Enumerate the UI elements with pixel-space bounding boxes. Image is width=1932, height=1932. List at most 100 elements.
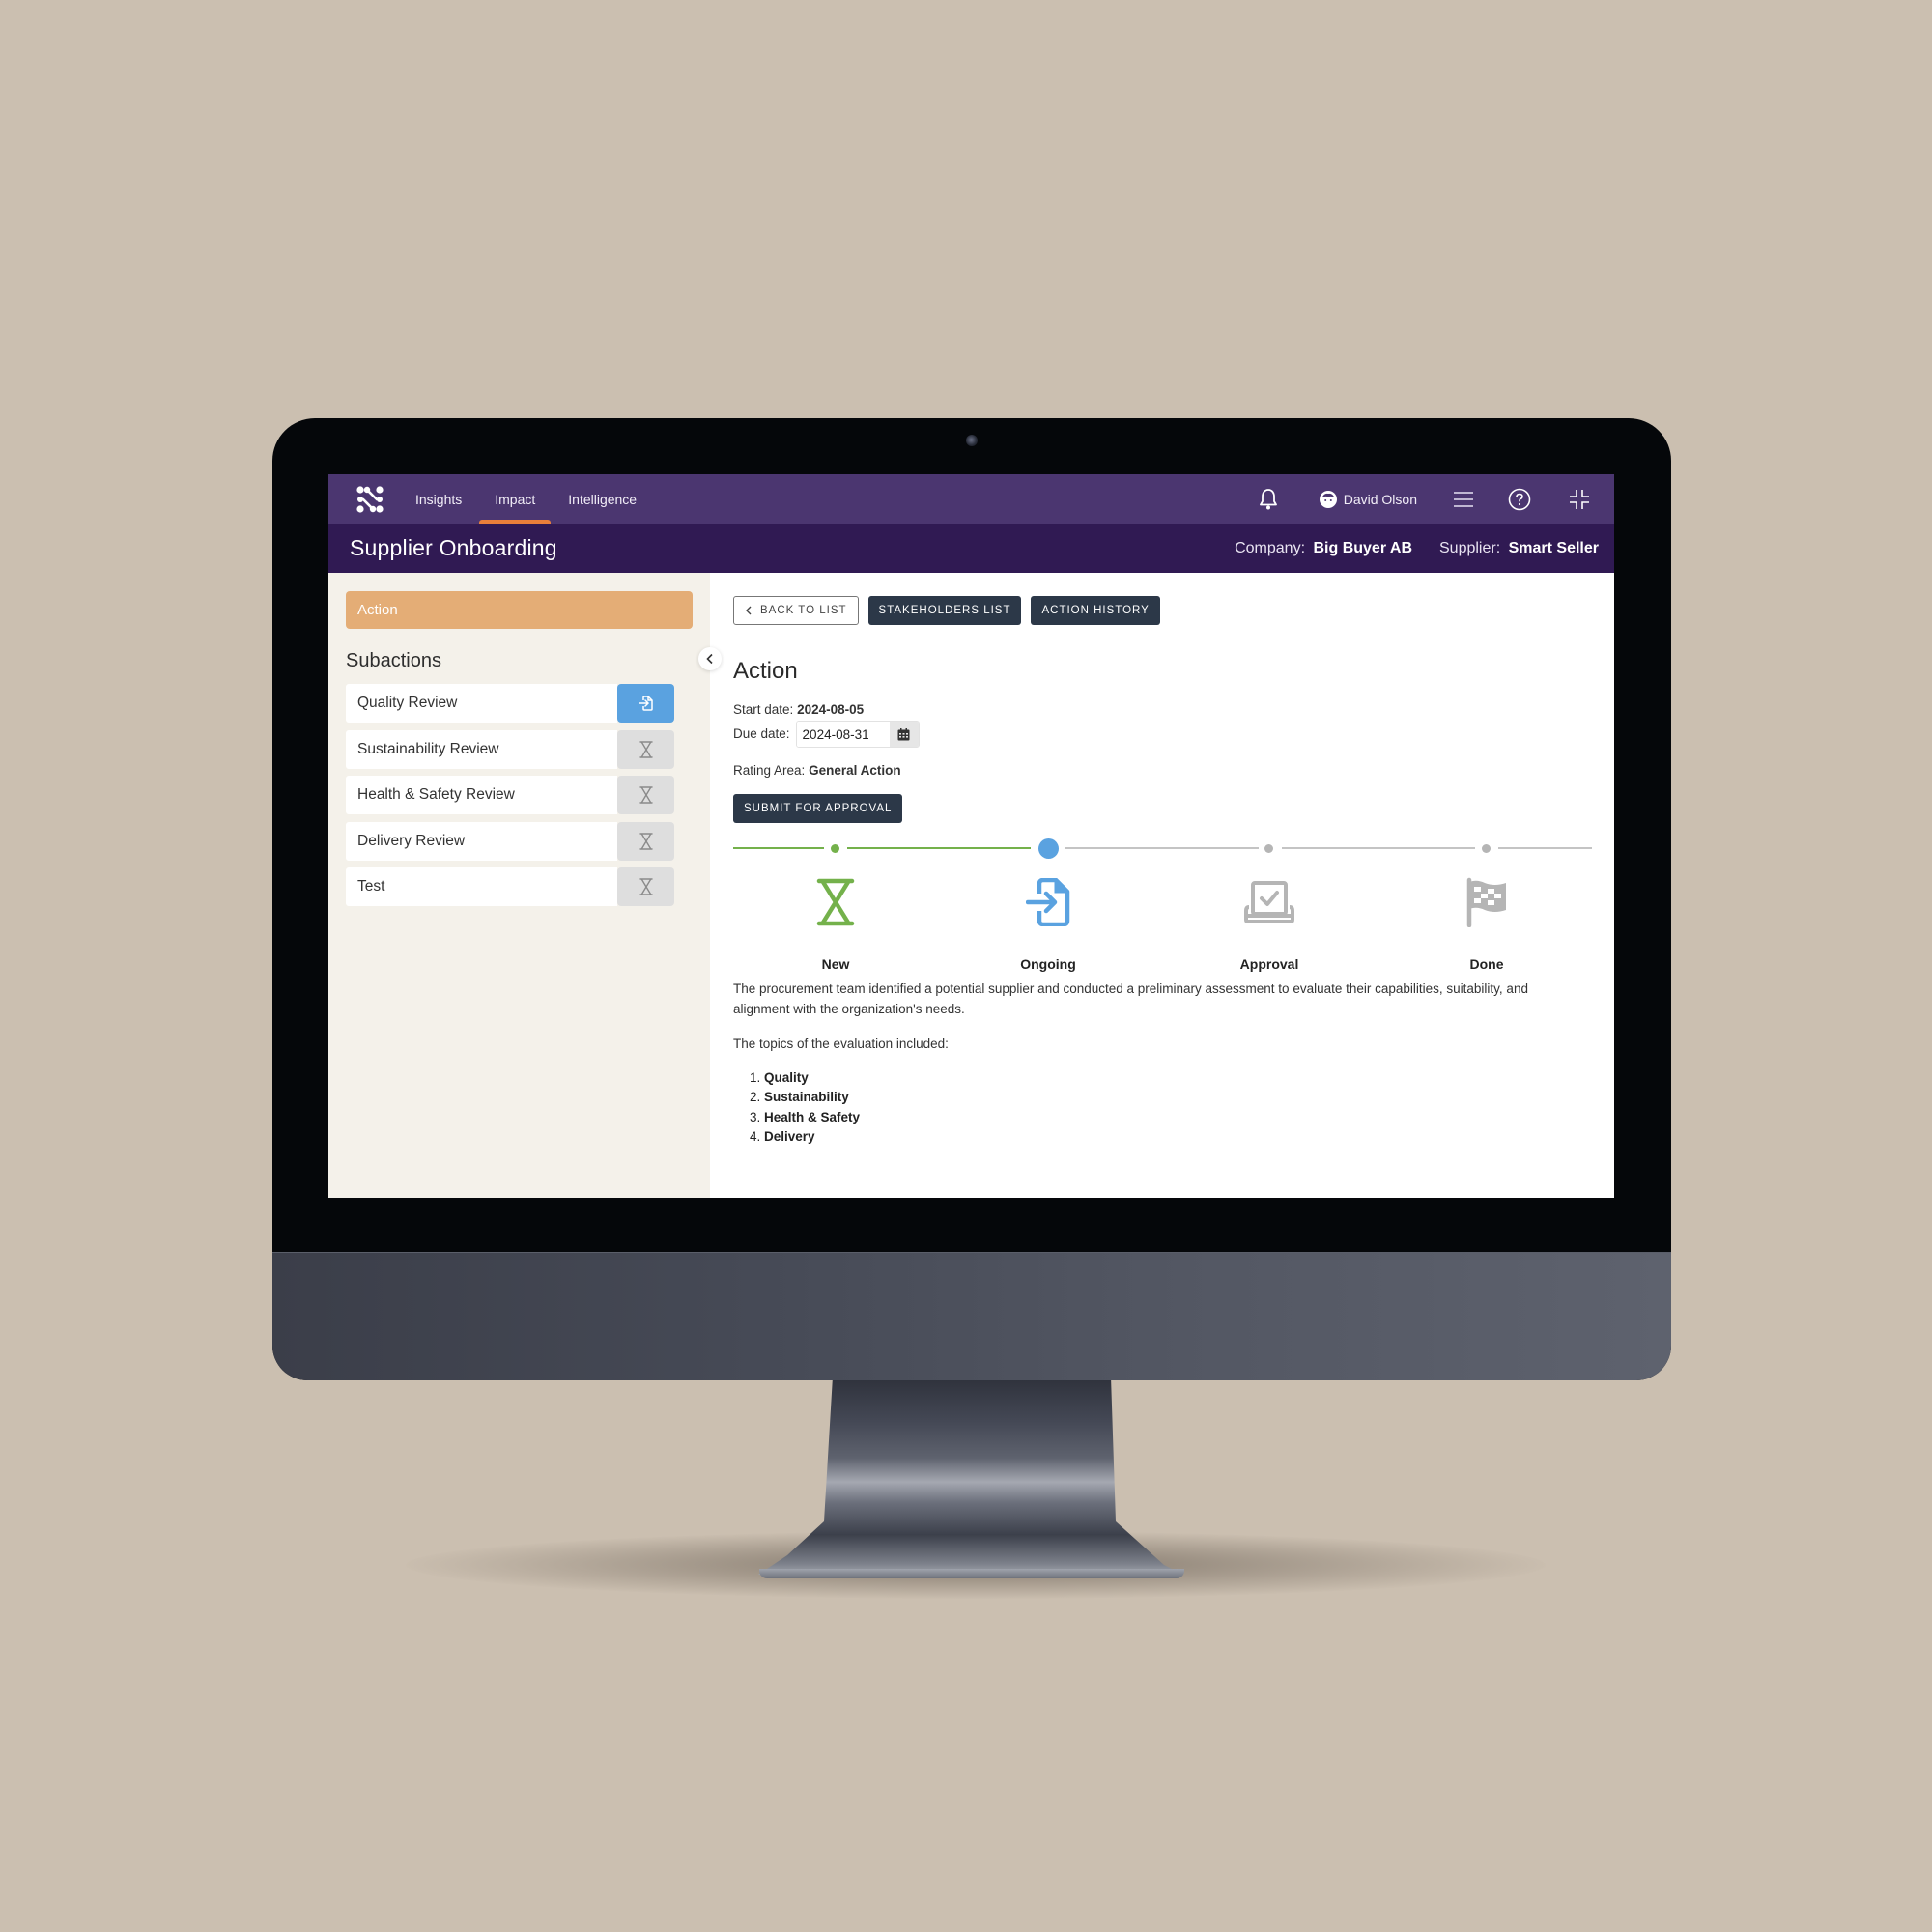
step-label: Approval <box>1239 956 1299 972</box>
company-info: Company: Big Buyer AB <box>1235 540 1412 557</box>
subaction-row: Test <box>346 867 674 906</box>
rating-area-value: General Action <box>809 763 901 778</box>
subaction-status-button[interactable] <box>617 821 674 861</box>
monitor-stand <box>758 1377 1183 1575</box>
action-toolbar: Back to list Stakeholders list Action hi… <box>733 596 1593 625</box>
top-navbar: Insights Impact Intelligence David Olson <box>328 474 1614 524</box>
stepper-line-done <box>847 847 1031 849</box>
context-info: Company: Big Buyer AB Supplier: Smart Se… <box>1235 540 1599 557</box>
sidebar: Action Subactions Quality Review Sustain… <box>328 573 722 1198</box>
action-title: Action <box>733 658 798 684</box>
stepper-dot-new <box>831 844 839 853</box>
topic-item: Sustainability <box>764 1088 1593 1108</box>
stakeholders-list-button[interactable]: Stakeholders list <box>867 596 1022 625</box>
subaction-status-button[interactable] <box>617 867 674 906</box>
collapse-fullscreen-icon[interactable] <box>1568 488 1591 511</box>
due-date-input-group <box>795 721 920 748</box>
step-approval: Approval <box>1202 873 1337 972</box>
subaction-label[interactable]: Quality Review <box>346 684 617 723</box>
stepper-line-done <box>733 847 824 849</box>
stepper-dot-ongoing <box>1038 838 1059 859</box>
description-paragraph: The topics of the evaluation included: <box>733 1037 949 1051</box>
topic-item: Quality <box>764 1068 1593 1089</box>
step-new: New <box>768 873 903 972</box>
submit-for-approval-button[interactable]: Submit for approval <box>733 794 903 823</box>
hourglass-icon <box>639 832 653 850</box>
start-date-field: Start date: 2024-08-05 <box>733 700 1593 720</box>
sidebar-action-item[interactable]: Action <box>346 591 693 629</box>
user-name: David Olson <box>1343 491 1417 507</box>
subactions-heading: Subactions <box>346 650 441 671</box>
due-date-field: Due date: <box>733 721 1593 748</box>
calendar-button[interactable] <box>889 722 919 747</box>
subaction-status-button[interactable] <box>617 776 674 814</box>
subaction-label[interactable]: Health & Safety Review <box>346 776 617 814</box>
content-area: Action Subactions Quality Review Sustain… <box>328 573 1614 1198</box>
chevron-left-icon <box>746 606 752 615</box>
hourglass-icon <box>639 740 653 758</box>
action-history-button[interactable]: Action history <box>1031 596 1160 625</box>
subaction-row: Health & Safety Review <box>346 776 674 814</box>
file-import-icon <box>638 696 653 711</box>
top-right-controls: David Olson <box>1257 474 1614 524</box>
nav-intelligence[interactable]: Intelligence <box>568 474 637 524</box>
step-label: Done <box>1469 956 1504 972</box>
monitor-stand-foot <box>759 1569 1184 1578</box>
page-header: Supplier Onboarding Company: Big Buyer A… <box>328 524 1614 573</box>
due-date-input[interactable] <box>796 722 890 747</box>
supplier-label: Supplier: <box>1439 539 1501 556</box>
app-logo-icon[interactable] <box>355 485 384 514</box>
subaction-label[interactable]: Delivery Review <box>346 821 617 861</box>
webcam <box>966 435 978 446</box>
rating-area-field: Rating Area: General Action <box>733 761 1593 781</box>
help-icon[interactable] <box>1508 488 1531 511</box>
back-to-list-button[interactable]: Back to list <box>733 596 859 625</box>
bell-icon[interactable] <box>1257 488 1280 511</box>
stepper-line-pending <box>1065 847 1259 849</box>
status-stepper: New Ongoing Approval Done <box>733 837 1593 981</box>
nav-insights[interactable]: Insights <box>415 474 462 524</box>
supplier-value: Smart Seller <box>1508 539 1599 556</box>
stepper-dot-approval <box>1264 844 1273 853</box>
due-date-label: Due date: <box>733 726 790 741</box>
app-screen: Insights Impact Intelligence David Olson… <box>328 474 1614 1198</box>
subaction-row: Sustainability Review <box>346 729 674 769</box>
stepper-line-pending <box>1282 847 1475 849</box>
hamburger-menu-icon[interactable] <box>1452 488 1475 511</box>
rating-area-label: Rating Area: <box>733 763 806 778</box>
collapse-sidebar-button[interactable] <box>698 647 722 670</box>
step-label: Ongoing <box>1020 956 1076 972</box>
main-panel: Back to list Stakeholders list Action hi… <box>710 573 1614 1198</box>
subaction-label[interactable]: Sustainability Review <box>346 729 617 769</box>
subaction-row: Quality Review <box>346 684 674 723</box>
action-label: Action <box>357 602 398 618</box>
subaction-label[interactable]: Test <box>346 867 617 906</box>
description-paragraph: The procurement team identified a potent… <box>733 981 1528 1016</box>
step-label: New <box>821 956 850 972</box>
chevron-left-icon <box>706 653 713 665</box>
monitor-chin <box>272 1252 1671 1380</box>
step-done: Done <box>1419 873 1554 972</box>
action-description: The procurement team identified a potent… <box>733 980 1583 1055</box>
start-date-label: Start date: <box>733 702 794 717</box>
subaction-status-button[interactable] <box>617 684 674 723</box>
subaction-row: Delivery Review <box>346 821 674 861</box>
calendar-icon <box>897 727 910 740</box>
start-date-value: 2024-08-05 <box>797 702 865 717</box>
file-import-icon <box>1026 878 1070 926</box>
flag-icon <box>1466 877 1506 927</box>
user-menu[interactable]: David Olson <box>1319 490 1417 509</box>
hourglass-icon <box>639 878 653 895</box>
back-to-list-label: Back to list <box>760 605 847 616</box>
topic-item: Health & Safety <box>764 1108 1593 1128</box>
topic-item: Delivery <box>764 1127 1593 1148</box>
nav-impact[interactable]: Impact <box>479 474 552 524</box>
user-avatar-icon <box>1319 490 1337 508</box>
approval-checkbox-icon <box>1244 881 1294 923</box>
company-value: Big Buyer AB <box>1313 539 1412 556</box>
subaction-status-button[interactable] <box>617 729 674 769</box>
stepper-line-pending <box>1498 847 1592 849</box>
step-ongoing: Ongoing <box>980 873 1116 972</box>
page-title: Supplier Onboarding <box>350 535 557 560</box>
company-label: Company: <box>1235 539 1306 556</box>
